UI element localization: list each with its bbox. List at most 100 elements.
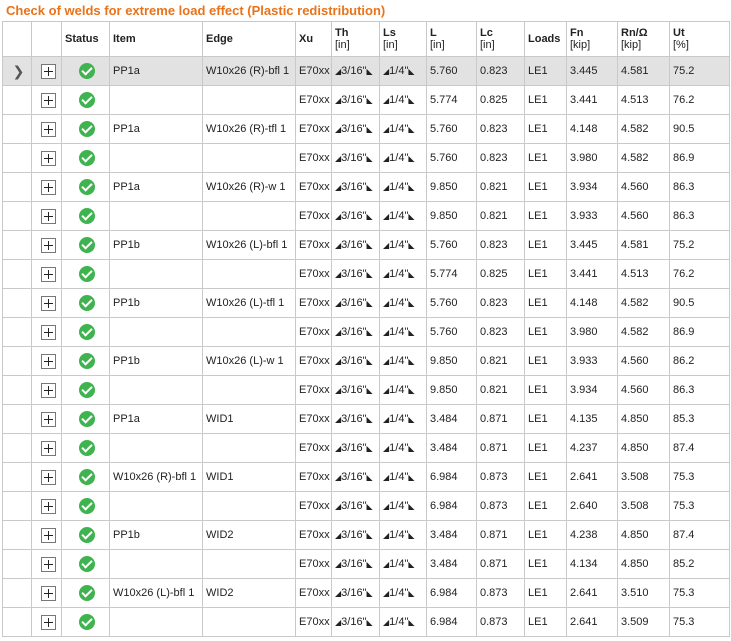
row-selector[interactable] — [2, 375, 32, 405]
expand-plus-icon[interactable] — [40, 324, 56, 340]
table-row[interactable]: PP1b W10x26 (L)-w 1 E70xx ◢3/16"◣ ◢1/4"◣ 9.85… — [2, 346, 730, 376]
expand-plus-icon[interactable] — [40, 208, 56, 224]
expand-cell[interactable] — [31, 56, 62, 86]
expand-cell[interactable] — [31, 230, 62, 260]
expand-cell[interactable] — [31, 317, 62, 347]
expand-plus-icon[interactable] — [40, 498, 56, 514]
table-row[interactable]: PP1a W10x26 (R)-w 1 E70xx ◢3/16"◣ ◢1/4"◣ 9.85… — [2, 172, 730, 202]
expand-plus-icon[interactable] — [40, 179, 56, 195]
table-row[interactable]: E70xx ◢3/16"◣ ◢1/4"◣ 3.484 0.871 LE1 4.134 4.85… — [2, 549, 730, 579]
table-row[interactable]: PP1b WID2 E70xx ◢3/16"◣ ◢1/4"◣ 3.484 0.871 LE1 4… — [2, 520, 730, 550]
expand-plus-icon[interactable] — [40, 121, 56, 137]
col-header-fn[interactable]: Fn [kip] — [566, 21, 618, 57]
th-value: 3/16" — [341, 297, 367, 309]
expand-cell[interactable] — [31, 259, 62, 289]
expand-plus-icon[interactable] — [40, 411, 56, 427]
table-row[interactable]: E70xx ◢3/16"◣ ◢1/4"◣ 6.984 0.873 LE1 2.641 3.50… — [2, 607, 730, 637]
row-selector[interactable] — [2, 346, 32, 376]
row-selector[interactable] — [2, 433, 32, 463]
expand-cell[interactable] — [31, 288, 62, 318]
th-value: 3/16" — [341, 616, 367, 628]
expand-cell[interactable] — [31, 85, 62, 115]
row-selector[interactable] — [2, 172, 32, 202]
expand-plus-icon[interactable] — [40, 527, 56, 543]
edge-cell — [202, 607, 296, 637]
weld-triangle-icon: ◣ — [366, 154, 373, 163]
row-selector[interactable] — [2, 491, 32, 521]
expand-plus-icon[interactable] — [40, 440, 56, 456]
col-header-loads[interactable]: Loads — [524, 21, 567, 57]
expand-plus-icon[interactable] — [40, 92, 56, 108]
col-header-rn[interactable]: Rn/Ω [kip] — [617, 21, 670, 57]
expand-plus-icon[interactable] — [40, 150, 56, 166]
col-header-lc[interactable]: Lc [in] — [476, 21, 525, 57]
expand-cell[interactable] — [31, 578, 62, 608]
row-selector[interactable] — [2, 85, 32, 115]
expand-plus-icon[interactable] — [40, 382, 56, 398]
col-header-ut[interactable]: Ut [%] — [669, 21, 730, 57]
table-row[interactable]: W10x26 (R)-bfl 1 WID1 E70xx ◢3/16"◣ ◢1/4"◣ 6.… — [2, 462, 730, 492]
loads-cell: LE1 — [524, 143, 567, 173]
table-row[interactable]: ❯ PP1a W10x26 (R)-bfl 1 E70xx ◢3/16"◣ ◢1/4"◣ 5… — [2, 56, 730, 86]
col-header-item[interactable]: Item — [109, 21, 203, 57]
loads-cell: LE1 — [524, 172, 567, 202]
table-row[interactable]: E70xx ◢3/16"◣ ◢1/4"◣ 5.774 0.825 LE1 3.441 4.51… — [2, 85, 730, 115]
row-selector[interactable] — [2, 288, 32, 318]
table-row[interactable]: E70xx ◢3/16"◣ ◢1/4"◣ 5.760 0.823 LE1 3.980 4.58… — [2, 143, 730, 173]
row-selector[interactable] — [2, 607, 32, 637]
table-row[interactable]: E70xx ◢3/16"◣ ◢1/4"◣ 3.484 0.871 LE1 4.237 4.85… — [2, 433, 730, 463]
table-row[interactable]: E70xx ◢3/16"◣ ◢1/4"◣ 9.850 0.821 LE1 3.933 4.56… — [2, 201, 730, 231]
row-selector[interactable] — [2, 462, 32, 492]
row-selector[interactable] — [2, 114, 32, 144]
expand-cell[interactable] — [31, 404, 62, 434]
expand-cell[interactable] — [31, 462, 62, 492]
expand-cell[interactable] — [31, 346, 62, 376]
expand-plus-icon[interactable] — [40, 295, 56, 311]
row-selector[interactable] — [2, 201, 32, 231]
col-header-th[interactable]: Th [in] — [331, 21, 380, 57]
expand-cell[interactable] — [31, 549, 62, 579]
row-selector[interactable] — [2, 578, 32, 608]
row-selector[interactable] — [2, 143, 32, 173]
table-row[interactable]: E70xx ◢3/16"◣ ◢1/4"◣ 6.984 0.873 LE1 2.640 3.50… — [2, 491, 730, 521]
expand-cell[interactable] — [31, 520, 62, 550]
expand-cell[interactable] — [31, 491, 62, 521]
expand-plus-icon[interactable] — [40, 614, 56, 630]
table-row[interactable]: PP1b W10x26 (L)-bfl 1 E70xx ◢3/16"◣ ◢1/4"◣ 5.… — [2, 230, 730, 260]
col-header-l[interactable]: L [in] — [426, 21, 477, 57]
expand-cell[interactable] — [31, 433, 62, 463]
table-row[interactable]: PP1b W10x26 (L)-tfl 1 E70xx ◢3/16"◣ ◢1/4"◣ 5.… — [2, 288, 730, 318]
expand-cell[interactable] — [31, 201, 62, 231]
table-row[interactable]: E70xx ◢3/16"◣ ◢1/4"◣ 9.850 0.821 LE1 3.934 4.56… — [2, 375, 730, 405]
row-selector[interactable] — [2, 259, 32, 289]
expand-plus-icon[interactable] — [40, 353, 56, 369]
col-header-ls[interactable]: Ls [in] — [379, 21, 427, 57]
col-header-status[interactable]: Status — [61, 21, 110, 57]
row-selector[interactable] — [2, 230, 32, 260]
table-row[interactable]: E70xx ◢3/16"◣ ◢1/4"◣ 5.760 0.823 LE1 3.980 4.58… — [2, 317, 730, 347]
expand-plus-icon[interactable] — [40, 469, 56, 485]
expand-cell[interactable] — [31, 375, 62, 405]
row-selector[interactable] — [2, 317, 32, 347]
th-value: 3/16" — [341, 384, 367, 396]
table-row[interactable]: PP1a W10x26 (R)-tfl 1 E70xx ◢3/16"◣ ◢1/4"◣ 5.… — [2, 114, 730, 144]
expand-plus-icon[interactable] — [40, 585, 56, 601]
expand-cell[interactable] — [31, 172, 62, 202]
row-selector[interactable]: ❯ — [2, 56, 32, 86]
expand-plus-icon[interactable] — [40, 63, 56, 79]
expand-plus-icon[interactable] — [40, 556, 56, 572]
row-selector[interactable] — [2, 549, 32, 579]
expand-plus-icon[interactable] — [40, 237, 56, 253]
table-row[interactable]: E70xx ◢3/16"◣ ◢1/4"◣ 5.774 0.825 LE1 3.441 4.51… — [2, 259, 730, 289]
col-header-edge[interactable]: Edge — [202, 21, 296, 57]
expand-plus-icon[interactable] — [40, 266, 56, 282]
row-selector[interactable] — [2, 520, 32, 550]
expand-cell[interactable] — [31, 607, 62, 637]
row-selector[interactable] — [2, 404, 32, 434]
status-cell — [61, 230, 110, 260]
expand-cell[interactable] — [31, 114, 62, 144]
col-header-xu[interactable]: Xu — [295, 21, 332, 57]
table-row[interactable]: PP1a WID1 E70xx ◢3/16"◣ ◢1/4"◣ 3.484 0.871 LE1 4… — [2, 404, 730, 434]
expand-cell[interactable] — [31, 143, 62, 173]
table-row[interactable]: W10x26 (L)-bfl 1 WID2 E70xx ◢3/16"◣ ◢1/4"◣ 6.… — [2, 578, 730, 608]
